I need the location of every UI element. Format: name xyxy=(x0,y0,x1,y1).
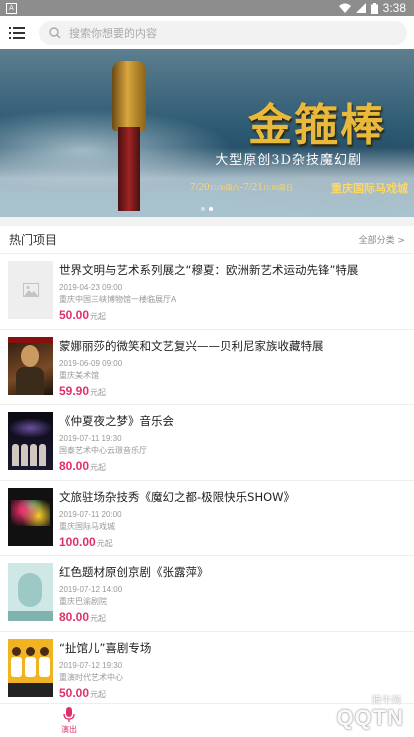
item-title: 蒙娜丽莎的微笑和文艺复兴——贝利尼家族收藏特展 xyxy=(59,338,324,353)
status-time: 3:38 xyxy=(382,1,406,15)
top-bar: 搜索你想要的内容 xyxy=(0,16,414,49)
item-date: 2019-04-23 09:00 xyxy=(59,283,123,292)
item-venue: 重演时代艺术中心 xyxy=(59,672,123,682)
event-list: 世界文明与艺术系列展之“穆夏：欧洲新艺术运动先锋”特展 2019-04-23 0… xyxy=(0,254,414,707)
search-input[interactable]: 搜索你想要的内容 xyxy=(39,20,407,45)
item-title: “扯馆儿”喜剧专场 xyxy=(59,640,152,655)
promo-banner[interactable]: 金箍棒 大型原创3D杂技魔幻剧 7/2015:00周六-7/2115:00周日 … xyxy=(0,49,414,217)
item-date: 2019-07-12 14:00 xyxy=(59,585,123,594)
search-icon xyxy=(49,26,61,38)
list-item[interactable]: 文旅驻场杂技秀《魔幻之都-极限快乐SHOW》 2019-07-11 20:00 … xyxy=(0,481,414,556)
item-title: 世界文明与艺术系列展之“穆夏：欧洲新艺术运动先锋”特展 xyxy=(59,263,359,277)
all-categories-link[interactable]: 全部分类 > xyxy=(359,233,405,246)
comedy-poster xyxy=(8,638,53,697)
item-date: 2019-07-12 19:30 xyxy=(59,660,123,670)
item-date: 2019-06-09 09:00 xyxy=(59,358,123,368)
search-placeholder: 搜索你想要的内容 xyxy=(69,27,157,40)
golden-staff-image xyxy=(112,61,146,211)
section-title: 热门项目 xyxy=(9,233,58,247)
notification-icon: A xyxy=(6,2,17,14)
item-price: 50.00元起 xyxy=(59,685,107,700)
tab-discover[interactable] xyxy=(138,704,276,737)
item-date: 2019-07-11 20:00 xyxy=(59,509,122,519)
item-price: 80.00元起 xyxy=(59,459,107,473)
signal-icon xyxy=(355,3,366,13)
list-item[interactable]: “扯馆儿”喜剧专场 2019-07-12 19:30 重演时代艺术中心 50.0… xyxy=(0,632,414,707)
carousel-dots[interactable] xyxy=(201,207,213,211)
battery-icon xyxy=(370,2,378,14)
menu-icon[interactable] xyxy=(9,26,25,40)
banner-dates: 7/2015:00周六-7/2115:00周日 xyxy=(190,181,293,193)
carousel-dot[interactable] xyxy=(201,207,205,211)
list-item[interactable]: 蒙娜丽莎的微笑和文艺复兴——贝利尼家族收藏特展 2019-06-09 09:00… xyxy=(0,330,414,405)
concert-poster xyxy=(8,412,53,470)
item-title: 《仲夏夜之梦》音乐会 xyxy=(59,414,174,428)
item-title: 红色题材原创京剧《张露萍》 xyxy=(59,565,209,579)
item-venue: 重庆国际马戏城 xyxy=(59,521,115,531)
item-price: 50.00元起 xyxy=(59,308,107,322)
microphone-icon xyxy=(63,706,75,722)
item-venue: 国泰艺术中心云璟音乐厅 xyxy=(59,446,147,455)
watermark-logo: 腾牛网 QQTN xyxy=(336,695,404,730)
item-venue: 重庆中国三峡博物馆一楼临展厅A xyxy=(59,295,177,304)
status-bar: A 3:38 xyxy=(0,0,414,16)
item-price: 59.90元起 xyxy=(59,383,107,398)
carousel-dot-active[interactable] xyxy=(209,207,213,211)
wifi-icon xyxy=(338,3,351,13)
image-placeholder-icon xyxy=(8,261,53,319)
tab-label: 演出 xyxy=(61,724,77,734)
opera-poster xyxy=(8,563,53,621)
banner-title: 金箍棒 xyxy=(248,100,386,151)
item-price: 80.00元起 xyxy=(59,610,107,624)
banner-venue: 重庆国际马戏城 xyxy=(331,182,408,195)
item-venue: 重庆美术馆 xyxy=(59,370,99,380)
hot-section-header: 热门项目 全部分类 > xyxy=(0,226,414,254)
section-divider xyxy=(0,217,414,226)
tab-performance[interactable]: 演出 xyxy=(0,704,138,737)
status-icons: 3:38 xyxy=(338,1,406,15)
list-item[interactable]: 世界文明与艺术系列展之“穆夏：欧洲新艺术运动先锋”特展 2019-04-23 0… xyxy=(0,254,414,330)
acrobatics-poster xyxy=(8,487,53,546)
banner-subtitle: 大型原创3D杂技魔幻剧 xyxy=(215,153,362,168)
item-venue: 重庆巴渝剧院 xyxy=(59,597,107,606)
list-item[interactable]: 《仲夏夜之梦》音乐会 2019-07-11 19:30 国泰艺术中心云璟音乐厅 … xyxy=(0,405,414,481)
list-item[interactable]: 红色题材原创京剧《张露萍》 2019-07-12 14:00 重庆巴渝剧院 80… xyxy=(0,556,414,632)
item-title: 文旅驻场杂技秀《魔幻之都-极限快乐SHOW》 xyxy=(59,489,296,504)
item-date: 2019-07-11 19:30 xyxy=(59,434,122,443)
mona-lisa-poster xyxy=(8,336,53,395)
item-price: 100.00元起 xyxy=(59,534,113,549)
